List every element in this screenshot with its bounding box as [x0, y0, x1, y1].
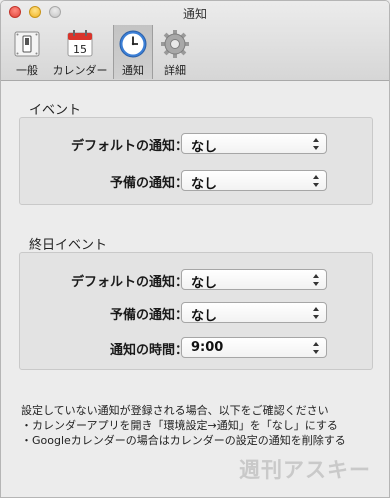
titlebar: 通知 一般 15 カレンダー 通知 詳細 — [1, 1, 389, 81]
allday-section-title: 終日イベント — [29, 238, 108, 253]
allday-default-alert-select[interactable]: なし — [181, 269, 327, 291]
preferences-window: 通知 一般 15 カレンダー 通知 詳細 イベント デフォルトの通知： なし 予… — [0, 0, 390, 498]
event-default-alert-select[interactable]: なし — [181, 133, 327, 155]
switch-icon — [14, 31, 40, 57]
note-line: ・カレンダーアプリを開き「環境設定→通知」を「なし」にする — [21, 419, 338, 432]
allday-default-alert-label: デフォルトの通知： — [70, 275, 188, 290]
allday-second-alert-value: なし — [191, 309, 218, 324]
event-default-alert-label: デフォルトの通知： — [70, 139, 188, 154]
tab-calendar-label: カレンダー — [52, 64, 108, 77]
updown-arrows-icon — [313, 175, 319, 187]
tab-general[interactable]: 一般 — [7, 25, 47, 79]
event-settings-box: デフォルトの通知： なし 予備の通知： なし — [19, 117, 373, 205]
updown-arrows-icon — [313, 138, 319, 150]
event-second-alert-select[interactable]: なし — [181, 170, 327, 192]
updown-arrows-icon — [313, 274, 319, 286]
allday-second-alert-label: 予備の通知： — [109, 308, 188, 323]
clock-icon — [119, 30, 147, 58]
allday-alert-time-value: 9:00 — [191, 340, 224, 355]
updown-arrows-icon — [313, 307, 319, 319]
event-section-title: イベント — [29, 103, 82, 118]
event-second-alert-value: なし — [191, 177, 218, 192]
updown-arrows-icon — [313, 342, 319, 354]
tab-advanced[interactable]: 詳細 — [155, 25, 195, 79]
event-default-alert-value: なし — [191, 140, 218, 155]
calendar-icon: 15 — [67, 30, 93, 57]
allday-settings-box: デフォルトの通知： なし 予備の通知： なし 通知の時間： 9:00 — [19, 252, 373, 370]
window-title: 通知 — [182, 7, 207, 21]
watermark: 週刊アスキー — [239, 458, 371, 482]
note-line: ・Googleカレンダーの場合はカレンダーの設定の通知を削除する — [21, 434, 346, 447]
event-second-alert-label: 予備の通知： — [109, 176, 188, 191]
allday-default-alert-value: なし — [191, 276, 218, 291]
tab-notifications[interactable]: 通知 — [113, 25, 153, 79]
allday-alert-time-label: 通知の時間： — [109, 343, 188, 358]
tab-calendar[interactable]: 15 カレンダー — [49, 25, 111, 79]
tab-general-label: 一般 — [16, 64, 38, 77]
tab-advanced-label: 詳細 — [164, 64, 186, 77]
tab-notifications-label: 通知 — [122, 64, 144, 77]
allday-second-alert-select[interactable]: なし — [181, 302, 327, 324]
gear-icon — [161, 30, 189, 58]
calendar-date: 15 — [73, 43, 87, 56]
note-line: 設定していない通知が登録される場合、以下をご確認ください — [21, 404, 329, 417]
allday-alert-time-select[interactable]: 9:00 — [181, 337, 327, 358]
